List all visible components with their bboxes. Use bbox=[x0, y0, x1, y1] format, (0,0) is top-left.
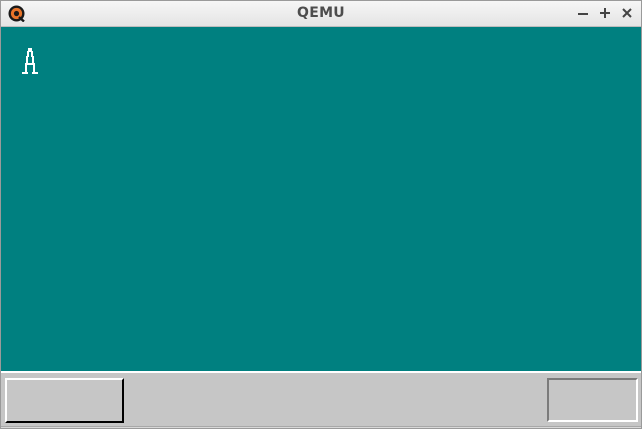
start-button[interactable] bbox=[5, 378, 124, 423]
maximize-icon[interactable] bbox=[597, 5, 613, 21]
close-icon[interactable] bbox=[619, 5, 635, 21]
guest-desktop[interactable] bbox=[1, 27, 641, 371]
qemu-window: QEMU bbox=[0, 0, 642, 429]
compass-cursor-icon bbox=[20, 48, 39, 76]
window-title: QEMU bbox=[297, 5, 345, 21]
tray-area[interactable] bbox=[547, 378, 638, 422]
minimize-icon[interactable] bbox=[575, 5, 591, 21]
title-bar[interactable]: QEMU bbox=[1, 1, 641, 27]
taskbar bbox=[1, 373, 641, 428]
